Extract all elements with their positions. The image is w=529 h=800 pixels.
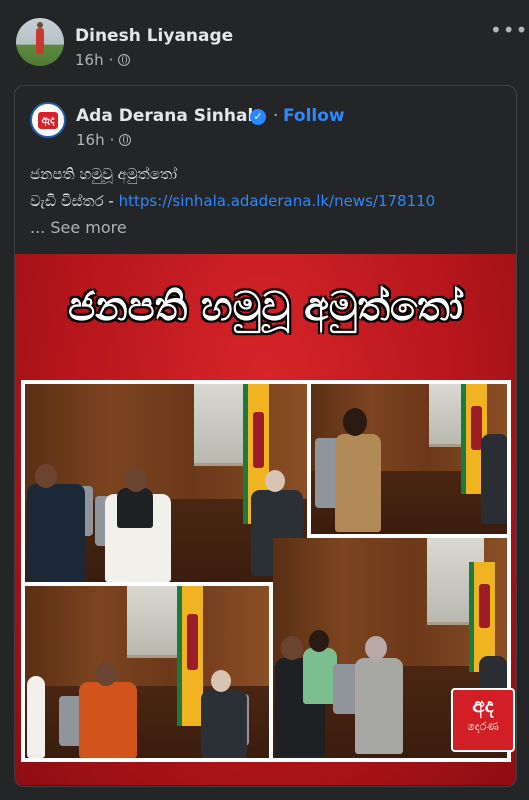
meeting-photo-2 [311, 384, 507, 534]
ada-derana-watermark: අද දෙරණ [451, 688, 515, 752]
news-image[interactable]: ජනපති හමුවූ අමුත්තෝ අද දෙරණ [15, 254, 516, 785]
watermark-bottom-text: දෙරණ [467, 720, 499, 733]
facebook-post: Dinesh Liyanage 16h · ••• ඇද Ada Derana … [0, 0, 529, 800]
post-time[interactable]: 16h [75, 51, 104, 69]
shared-post-meta: 16h · [76, 131, 132, 149]
watermark-top-text: අද [472, 693, 494, 717]
caption-details: වැඩි විස්තර - https://sinhala.adaderana.… [30, 192, 435, 210]
meeting-photo-3 [25, 586, 269, 758]
caption-prefix: වැඩි විස්තර - [30, 192, 119, 210]
post-actions-bar [16, 791, 513, 800]
image-headline: ජනපති හමුවූ අමුත්තෝ [68, 284, 463, 330]
photo-collage: අද දෙරණ [21, 380, 515, 762]
ada-derana-logo: ඇද [38, 111, 58, 129]
follow-button[interactable]: Follow [283, 106, 345, 126]
author-avatar[interactable] [16, 18, 64, 66]
meeting-photo-1 [25, 384, 307, 582]
follow-separator: · [273, 106, 279, 126]
caption-title: ජනපති හමුවූ අමුත්තෝ [30, 165, 178, 183]
post-meta: 16h · [75, 51, 131, 69]
globe-icon [118, 54, 131, 66]
see-more-link[interactable]: ... See more [30, 218, 127, 237]
shared-post-card[interactable]: ඇද Ada Derana Sinhala ✓ · Follow 16h · ජ… [14, 85, 517, 787]
meta-separator: · [108, 51, 114, 69]
shared-post-time[interactable]: 16h [76, 131, 105, 149]
ellipsis-icon[interactable]: ••• [490, 18, 528, 42]
verified-badge-icon: ✓ [250, 109, 266, 125]
news-link[interactable]: https://sinhala.adaderana.lk/news/178110 [119, 192, 436, 210]
globe-icon [119, 134, 132, 146]
meta-separator: · [109, 131, 115, 149]
page-name[interactable]: Ada Derana Sinhala [76, 106, 265, 126]
page-avatar[interactable]: ඇද [30, 102, 66, 138]
author-name[interactable]: Dinesh Liyanage [75, 26, 233, 46]
